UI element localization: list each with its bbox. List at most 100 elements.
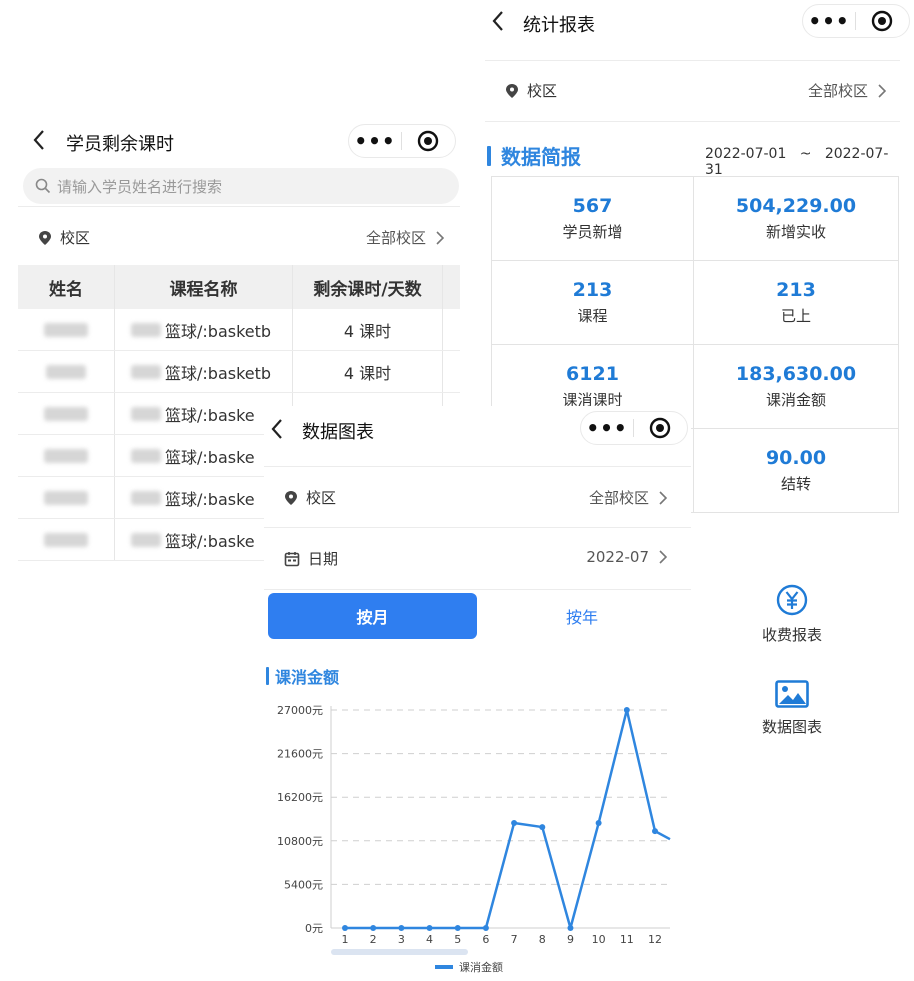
x-tick-label: 8 xyxy=(539,933,546,946)
date-label: 日期 xyxy=(308,550,339,568)
stat-new-students[interactable]: 567 学员新增 xyxy=(492,177,694,261)
tab-by-year[interactable]: 按年 xyxy=(477,593,687,639)
close-capsule-button[interactable] xyxy=(856,5,908,37)
table-header: 姓名 课程名称 剩余课时/天数 xyxy=(18,265,460,309)
target-icon xyxy=(417,130,439,152)
back-button[interactable] xyxy=(32,129,46,151)
calendar-icon xyxy=(284,551,300,566)
chevron-left-icon xyxy=(271,419,282,439)
x-tick-label: 3 xyxy=(398,933,405,946)
student-name-redacted xyxy=(18,519,115,560)
section-title-text: 数据简报 xyxy=(501,145,581,169)
student-name-redacted xyxy=(18,435,115,476)
divider xyxy=(264,589,691,590)
location-pin-icon xyxy=(506,83,518,98)
more-menu-button[interactable]: ••• xyxy=(349,125,401,157)
close-capsule-button[interactable] xyxy=(402,125,454,157)
stat-value: 504,229.00 xyxy=(735,195,857,217)
y-tick-label: 5400元 xyxy=(284,878,323,891)
consumption-amount-line-chart: 0元5400元10800元16200元21600元27000元1 2 3 4 5 6 7 8 9… xyxy=(277,704,671,974)
more-menu-button[interactable]: ••• xyxy=(803,5,855,37)
stat-new-revenue[interactable]: 504,229.00 新增实收 xyxy=(694,177,899,261)
y-tick-label: 16200元 xyxy=(277,791,323,804)
date-start: 2022-07-01 xyxy=(705,146,787,162)
data-point xyxy=(623,707,630,713)
mini-program-capsule: ••• xyxy=(348,124,456,158)
stat-label: 已上 xyxy=(780,307,811,325)
data-chart-label: 数据图表 xyxy=(762,718,823,736)
data-point xyxy=(454,925,461,931)
tab-by-month[interactable]: 按月 xyxy=(268,593,477,639)
stat-carryover[interactable]: 90.00 结转 xyxy=(694,429,899,513)
campus-row[interactable]: 校区 xyxy=(505,80,557,101)
student-name-redacted xyxy=(18,393,115,434)
image-icon xyxy=(775,680,809,708)
table-row[interactable]: 篮球/:basketb 4 课时 xyxy=(18,309,460,351)
stat-label: 结转 xyxy=(780,475,811,493)
campus-value: 全部校区 xyxy=(365,229,426,247)
divider xyxy=(485,60,900,61)
data-point xyxy=(370,925,377,931)
back-button[interactable] xyxy=(270,418,284,440)
stat-value: 213 xyxy=(572,279,613,301)
course-cell: 篮球/:basketb xyxy=(115,309,293,350)
stat-value: 567 xyxy=(572,195,613,217)
more-menu-button[interactable]: ••• xyxy=(581,412,633,444)
close-capsule-button[interactable] xyxy=(634,412,686,444)
date-row[interactable]: 日期 xyxy=(284,548,338,569)
page-title: 统计报表 xyxy=(523,15,595,36)
stat-attended[interactable]: 213 已上 xyxy=(694,261,899,345)
search-icon xyxy=(35,178,51,194)
data-point xyxy=(539,824,546,831)
data-point xyxy=(511,820,518,827)
student-name-redacted xyxy=(18,309,115,350)
campus-selector[interactable]: 全部校区 xyxy=(589,487,667,508)
x-tick-label: 10 xyxy=(592,933,606,946)
divider xyxy=(485,121,900,122)
page-title: 数据图表 xyxy=(302,422,374,443)
campus-label: 校区 xyxy=(527,82,558,100)
x-tick-label: 4 xyxy=(426,933,433,946)
stat-courses[interactable]: 213 课程 xyxy=(492,261,694,345)
stat-label: 课消金额 xyxy=(765,391,826,409)
stat-label: 新增实收 xyxy=(765,223,826,241)
section-accent-bar xyxy=(487,145,491,166)
search-input[interactable]: 请输入学员姓名进行搜索 xyxy=(23,168,459,204)
stat-value: 183,630.00 xyxy=(735,363,857,385)
target-icon xyxy=(871,10,893,32)
chevron-right-icon xyxy=(659,490,667,505)
campus-selector[interactable]: 全部校区 xyxy=(366,227,444,248)
column-header-course: 课程名称 xyxy=(115,265,293,309)
chevron-left-icon xyxy=(492,11,503,31)
campus-selector[interactable]: 全部校区 xyxy=(808,80,886,101)
section-title: 数据简报 xyxy=(487,141,581,170)
student-name-redacted xyxy=(18,351,115,392)
data-point xyxy=(426,925,433,931)
campus-row[interactable]: 校区 xyxy=(284,487,336,508)
table-row[interactable]: 篮球/:basketb 4 课时 xyxy=(18,351,460,393)
stat-consumed-amount[interactable]: 183,630.00 课消金额 xyxy=(694,345,899,429)
fee-report-shortcut[interactable]: 收费报表 xyxy=(762,584,822,645)
date-range: 2022-07-01 ~ 2022-07-31 xyxy=(705,146,900,178)
campus-row[interactable]: 校区 xyxy=(38,227,90,248)
search-placeholder: 请输入学员姓名进行搜索 xyxy=(57,177,223,196)
data-point xyxy=(595,820,602,827)
date-selector[interactable]: 2022-07 xyxy=(586,548,667,566)
y-tick-label: 10800元 xyxy=(277,835,323,848)
stat-value: 6121 xyxy=(566,363,619,385)
data-chart-page: 数据图表 ••• 校区 全部校区 日期 2022-07 按月 按年 课消金额 0… xyxy=(264,406,691,981)
legend-swatch xyxy=(435,965,453,969)
data-point xyxy=(398,925,405,931)
divider xyxy=(264,527,691,528)
chevron-right-icon xyxy=(878,83,886,98)
chart-title: 课消金额 xyxy=(266,664,339,688)
stat-label: 学员新增 xyxy=(562,223,623,241)
divider xyxy=(18,206,460,207)
data-chart-shortcut[interactable]: 数据图表 xyxy=(762,680,822,737)
mini-program-capsule: ••• xyxy=(802,4,910,38)
back-button[interactable] xyxy=(491,10,505,32)
location-pin-icon xyxy=(285,490,297,505)
stat-value: 213 xyxy=(776,279,816,301)
x-tick-label: 9 xyxy=(567,933,574,946)
date-value: 2022-07 xyxy=(586,548,649,566)
